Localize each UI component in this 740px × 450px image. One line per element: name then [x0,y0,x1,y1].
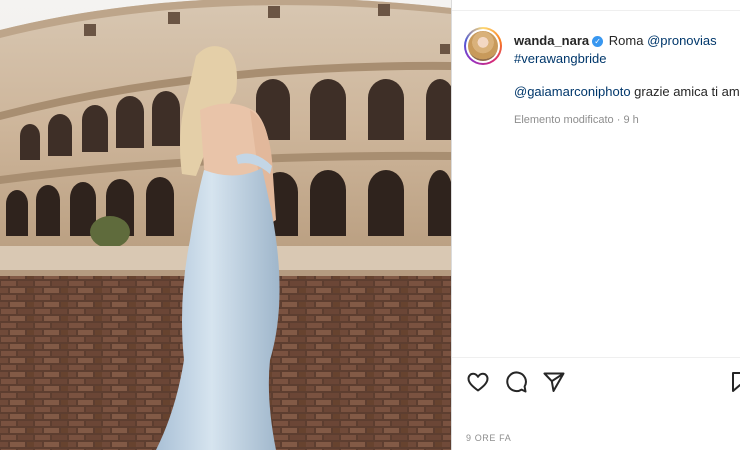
location-text: Roma [608,33,644,48]
edited-meta: Elemento modificato · 9 h [514,114,639,126]
verified-badge-icon: ✓ [592,36,604,47]
bookmark-icon [732,372,740,392]
share-button[interactable] [542,370,566,394]
header-divider [452,10,740,11]
avatar-image [468,31,498,61]
post-side-panel: wanda_nara ✓ Roma @pronovias #verawangbri… [452,0,740,450]
edited-time: 9 h [623,114,639,126]
photographer-mention-link[interactable]: @gaiamarconiphoto [514,84,631,99]
username-link[interactable]: wanda_nara [514,33,589,48]
colosseum-photo [0,0,451,450]
like-button[interactable] [466,370,490,394]
paper-plane-icon [543,372,565,392]
avatar-frame [466,29,500,63]
brand-mention-link[interactable]: @pronovias [647,33,717,48]
hashtag-link[interactable]: #verawangbride [514,51,607,66]
post-photo[interactable] [0,0,451,450]
comment-line: @gaiamarconiphoto grazie amica ti am [514,84,740,99]
heart-icon [467,372,489,392]
caption: wanda_nara ✓ Roma @pronovias #verawangbri… [514,32,740,68]
comment-icon [506,371,527,393]
avatar[interactable] [464,27,502,65]
save-button[interactable] [728,370,740,394]
comment-button[interactable] [504,370,528,394]
actions-divider [452,357,740,358]
comment-text: grazie amica ti am [634,84,740,99]
post-timestamp: 9 ORE FA [466,433,512,443]
edited-label: Elemento modificato [514,114,614,126]
